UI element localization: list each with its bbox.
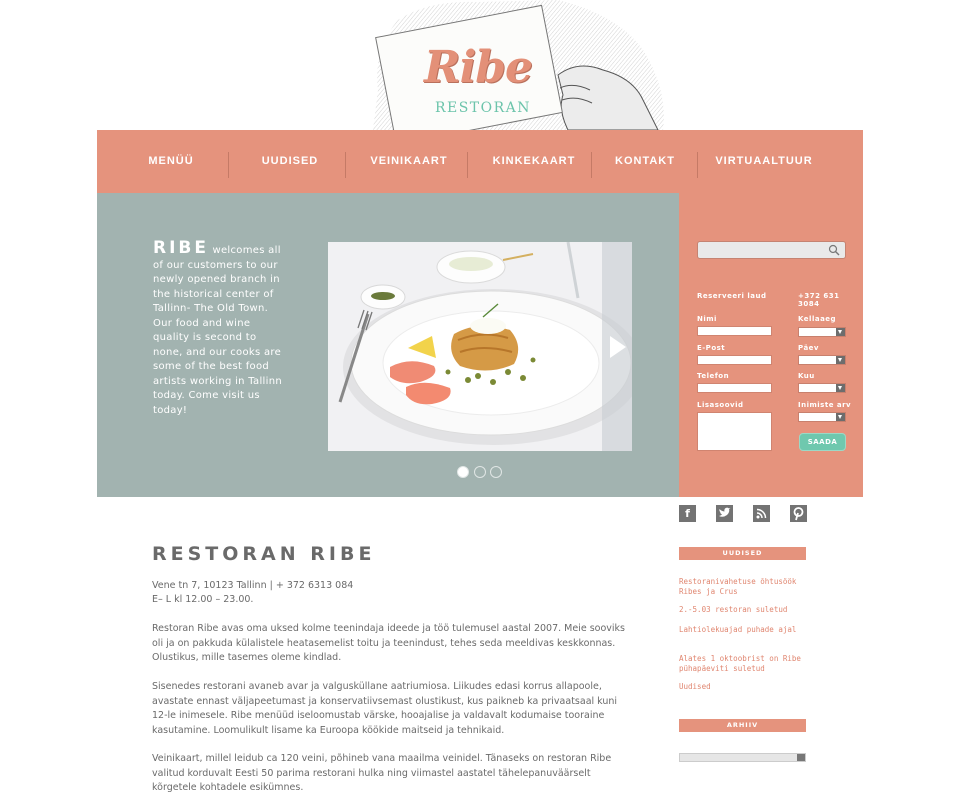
slide-dot-1[interactable]	[457, 466, 469, 478]
phone-field[interactable]	[697, 383, 772, 393]
slideshow-next-button[interactable]	[602, 242, 632, 451]
pinterest-icon[interactable]	[790, 505, 807, 522]
nav-divider	[697, 152, 698, 178]
email-label: E-Post	[697, 344, 726, 352]
slide-dot-3[interactable]	[490, 466, 502, 478]
chevron-down-icon	[797, 754, 805, 761]
rss-glyph	[756, 508, 767, 519]
nav-item-contact[interactable]: KONTAKT	[602, 130, 688, 193]
hero-description: welcomes all of our customers to our new…	[153, 245, 282, 416]
reservation-title: Reserveeri laud	[697, 292, 767, 300]
chevron-down-icon	[836, 328, 845, 336]
facebook-icon[interactable]: f	[679, 505, 696, 522]
search-icon	[828, 244, 840, 256]
chevron-down-icon	[836, 413, 845, 421]
address-text: Vene tn 7, 10123 Tallinn | + 372 6313 08…	[152, 580, 354, 591]
reservation-panel: Reserveeri laud +372 631 3084 Nimi E-Pos…	[679, 193, 863, 497]
search-input[interactable]	[697, 241, 846, 259]
people-select[interactable]	[798, 412, 846, 422]
name-label: Nimi	[697, 315, 717, 323]
hero-intro: RIBE welcomes all of our customers to ou…	[153, 238, 283, 418]
slide-dot-2[interactable]	[474, 466, 486, 478]
main-nav: MENÜÜ UUDISED VEINIKAART KINKEKAART KONT…	[97, 130, 863, 193]
logo-subtitle: RESTORAN	[434, 100, 532, 116]
chevron-right-icon	[610, 336, 626, 358]
archive-select[interactable]	[679, 753, 806, 762]
nav-item-giftcard[interactable]: KINKEKAART	[479, 130, 589, 193]
archive-heading: ARHIIV	[679, 719, 806, 732]
chevron-down-icon	[836, 356, 845, 364]
email-field[interactable]	[697, 355, 772, 365]
nav-divider	[228, 152, 229, 178]
news-heading: UUDISED	[679, 547, 806, 560]
hero-banner: RIBE welcomes all of our customers to ou…	[97, 193, 679, 497]
reservation-phone: +372 631 3084	[798, 292, 840, 308]
name-field[interactable]	[697, 326, 772, 336]
nav-divider	[467, 152, 468, 178]
paragraph-1: Restoran Ribe avas oma uksed kolme teeni…	[152, 623, 625, 663]
slideshow-image[interactable]	[328, 242, 632, 451]
news-link[interactable]: 2.-5.03 restoran suletud	[679, 605, 806, 615]
pinterest-glyph	[793, 507, 804, 521]
phone-label: Telefon	[697, 372, 730, 380]
paragraph-2: Sisenedes restorani avaneb avar ja valgu…	[152, 681, 618, 736]
chevron-down-icon	[836, 384, 845, 392]
nav-divider	[591, 152, 592, 178]
news-link-all[interactable]: Uudised	[679, 682, 806, 692]
logo-name[interactable]: Ribe	[424, 42, 544, 93]
page-title: RESTORAN RIBE	[152, 543, 376, 565]
people-label: Inimiste arv	[798, 401, 852, 409]
nav-divider	[345, 152, 346, 178]
month-select[interactable]	[798, 383, 846, 393]
nav-item-winelist[interactable]: VEINIKAART	[359, 130, 459, 193]
day-select[interactable]	[798, 355, 846, 365]
day-label: Päev	[798, 344, 819, 352]
news-link[interactable]: Alates 1 oktoobrist on Ribe pühapäeviti …	[679, 654, 806, 674]
time-select[interactable]	[798, 327, 846, 337]
food-plate-photo	[328, 242, 632, 451]
hero-brand: RIBE	[153, 238, 209, 258]
month-label: Kuu	[798, 372, 815, 380]
nav-item-news[interactable]: UUDISED	[245, 130, 335, 193]
news-link[interactable]: Lahtiolekuajad puhade ajal	[679, 625, 806, 635]
nav-item-menu[interactable]: MENÜÜ	[127, 130, 215, 193]
header: Ribe RESTORAN	[0, 0, 960, 146]
opening-hours: E– L kl 12.00 – 23.00.	[152, 594, 254, 605]
time-label: Kellaaeg	[798, 315, 837, 323]
news-link[interactable]: Restoranivahetuse õhtusöök Ribes ja Crus	[679, 577, 806, 597]
twitter-icon[interactable]	[716, 505, 733, 522]
extra-label: Lisasoovid	[697, 401, 744, 409]
extra-textarea[interactable]	[697, 412, 772, 451]
nav-item-virtualtour[interactable]: VIRTUAALTUUR	[709, 130, 819, 193]
twitter-bird-glyph	[719, 507, 731, 517]
paragraph-3: Veinikaart, millel leidub ca 120 veini, …	[152, 753, 612, 793]
submit-button[interactable]: SAADA	[799, 433, 846, 451]
rss-icon[interactable]	[753, 505, 770, 522]
